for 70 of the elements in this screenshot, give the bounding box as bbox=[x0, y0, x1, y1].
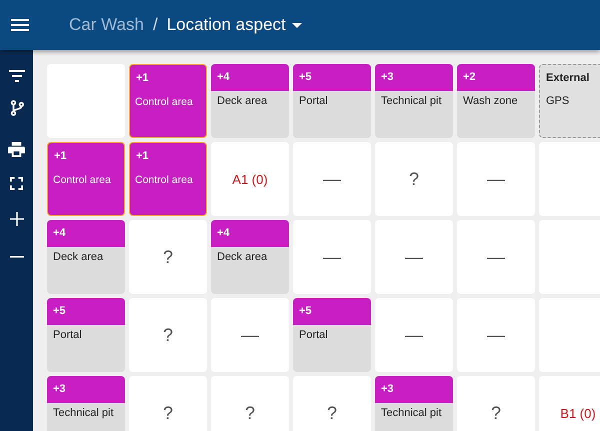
matrix-cell[interactable]: — bbox=[375, 220, 453, 294]
element-card[interactable]: +4 Deck area bbox=[211, 64, 289, 138]
matrix-cell[interactable]: — bbox=[457, 142, 535, 216]
element-label: Deck area bbox=[216, 94, 268, 107]
view-dropdown[interactable]: Location aspect bbox=[166, 15, 302, 35]
element-count: +3 bbox=[52, 382, 67, 397]
element-count: +4 bbox=[52, 226, 67, 241]
element-count: +4 bbox=[216, 226, 231, 241]
matrix-cell[interactable]: ? bbox=[375, 142, 453, 216]
element-card[interactable]: +5 Portal bbox=[293, 298, 371, 372]
element-label: Deck area bbox=[216, 250, 268, 263]
element-label: Technical pit bbox=[380, 94, 443, 107]
element-card[interactable]: +5 Portal bbox=[47, 298, 125, 372]
breadcrumb-separator: / bbox=[152, 15, 158, 35]
matrix-cell[interactable]: — bbox=[293, 220, 371, 294]
matrix-cell[interactable]: — bbox=[457, 298, 535, 372]
menu-icon[interactable] bbox=[11, 19, 29, 31]
element-label: Portal bbox=[298, 94, 329, 107]
element-label: Technical pit bbox=[380, 406, 443, 419]
fullscreen-icon[interactable] bbox=[10, 177, 23, 190]
element-card[interactable]: +1 Control area bbox=[47, 142, 125, 216]
element-label: Wash zone bbox=[462, 94, 519, 107]
element-card[interactable]: +1 Control area bbox=[129, 142, 207, 216]
element-label: Portal bbox=[298, 328, 329, 341]
branch-icon[interactable] bbox=[10, 100, 24, 116]
matrix-cell[interactable]: A1 (0) bbox=[211, 142, 289, 216]
element-count: +5 bbox=[52, 304, 67, 319]
matrix-cell[interactable]: — bbox=[211, 298, 289, 372]
matrix-cell[interactable]: ? bbox=[129, 376, 207, 431]
element-count: +1 bbox=[53, 149, 68, 164]
element-count: +1 bbox=[135, 71, 150, 86]
element-card[interactable]: +2 Wash zone bbox=[457, 64, 535, 138]
element-label: Control area bbox=[134, 95, 194, 108]
element-label: Control area bbox=[52, 173, 112, 186]
matrix-cell[interactable]: — bbox=[457, 220, 535, 294]
element-count: +5 bbox=[298, 304, 313, 319]
printer-icon[interactable] bbox=[8, 142, 25, 157]
element-card[interactable]: +3 Technical pit bbox=[375, 64, 453, 138]
matrix-cell[interactable]: — bbox=[375, 298, 453, 372]
element-card[interactable]: +4 Deck area bbox=[211, 220, 289, 294]
element-card[interactable]: +3 Technical pit bbox=[47, 376, 125, 431]
filter-icon[interactable] bbox=[8, 70, 24, 82]
element-label: Technical pit bbox=[52, 406, 115, 419]
external-title: External bbox=[546, 72, 590, 84]
element-label: Portal bbox=[52, 328, 83, 341]
element-count: +5 bbox=[298, 70, 313, 85]
matrix-cell[interactable]: ? bbox=[457, 376, 535, 431]
element-count: +2 bbox=[462, 70, 477, 85]
element-count: +3 bbox=[380, 70, 395, 85]
element-card[interactable]: +3 Technical pit bbox=[375, 376, 453, 431]
element-card[interactable]: +4 Deck area bbox=[47, 220, 125, 294]
matrix-cell[interactable]: — bbox=[293, 142, 371, 216]
element-count: +4 bbox=[216, 70, 231, 85]
minus-icon[interactable] bbox=[10, 256, 24, 258]
matrix-cell[interactable]: ? bbox=[293, 376, 371, 431]
matrix-cell[interactable]: ? bbox=[129, 298, 207, 372]
external-card[interactable]: External GPS bbox=[539, 64, 600, 138]
matrix-cell[interactable]: ? bbox=[129, 220, 207, 294]
matrix-cell[interactable]: B1 (0) bbox=[539, 376, 600, 431]
matrix-cell[interactable]: ? bbox=[211, 376, 289, 431]
caret-icon bbox=[292, 22, 302, 28]
element-label: Deck area bbox=[52, 250, 104, 263]
external-label: GPS bbox=[546, 95, 570, 107]
element-count: +1 bbox=[135, 149, 150, 164]
element-card[interactable]: +5 Portal bbox=[293, 64, 371, 138]
breadcrumb-link[interactable]: Car Wash bbox=[69, 15, 144, 35]
element-count: +3 bbox=[380, 382, 395, 397]
element-label: Control area bbox=[134, 173, 194, 186]
plus-icon[interactable] bbox=[10, 212, 24, 226]
element-card[interactable]: +1 Control area bbox=[129, 64, 207, 138]
